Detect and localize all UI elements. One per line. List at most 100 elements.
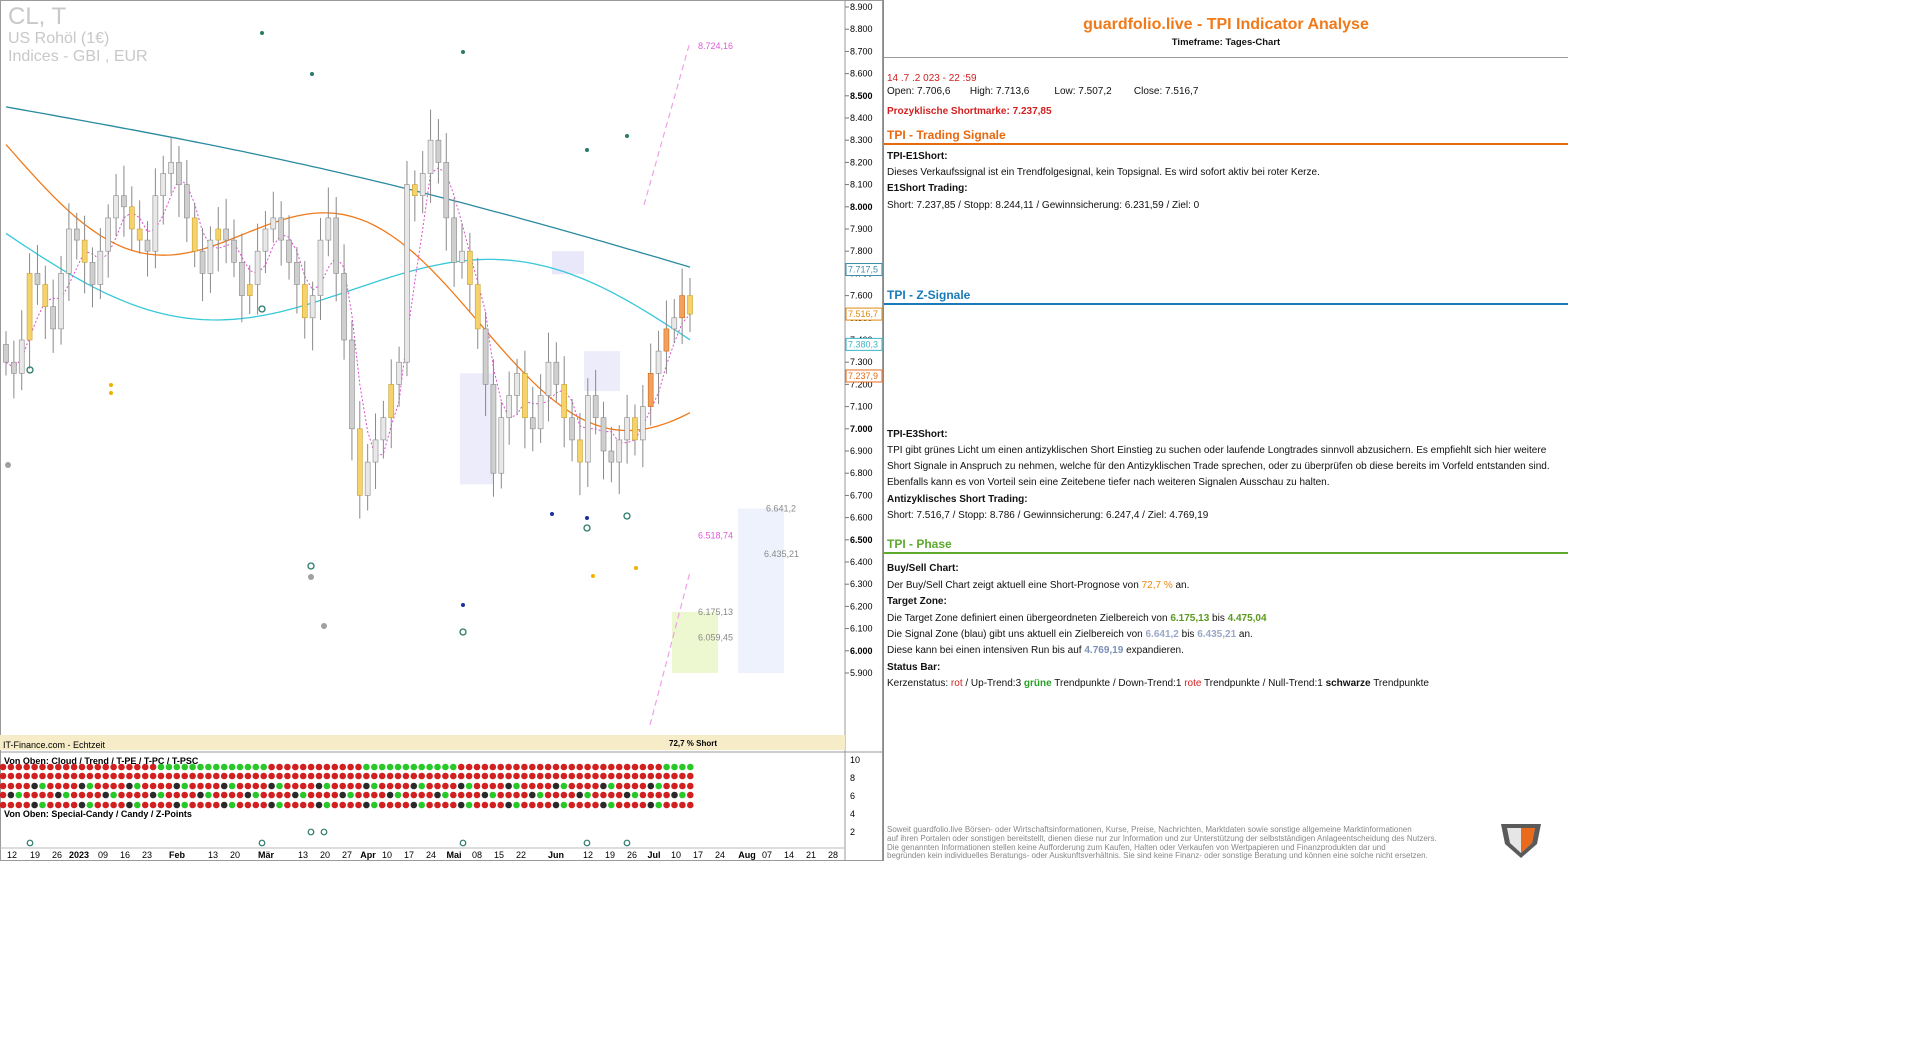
candle-body (380, 417, 387, 441)
candle-body (404, 184, 410, 363)
x-tick-label: 26 (627, 850, 637, 860)
status-dot (23, 782, 31, 790)
status-dot (173, 791, 181, 799)
status-dot (173, 772, 181, 780)
candle-body (199, 250, 206, 274)
candle-body (231, 239, 237, 263)
candle-body (294, 261, 300, 285)
candle-body (168, 162, 174, 174)
status-dot (347, 791, 354, 799)
status-dot (181, 782, 188, 790)
z-point (26, 839, 34, 847)
candle-body (364, 461, 371, 496)
status-dot (62, 782, 70, 790)
level-label: 6.518,74 (698, 531, 733, 541)
status-dot (181, 791, 188, 799)
status-dot (165, 791, 173, 799)
status-dot (244, 801, 252, 809)
price-tick-label: 8.400 (850, 113, 873, 123)
status-dot (426, 772, 433, 780)
status-dot (205, 772, 212, 780)
candle-body (592, 395, 599, 419)
price-tick-label: 8.000 (850, 202, 873, 212)
status-dot (94, 763, 102, 771)
status-dot (584, 782, 591, 790)
status-dot (410, 782, 418, 790)
status-dot (355, 782, 362, 790)
status-dot (260, 763, 268, 771)
status-dot (442, 791, 449, 799)
status-dot (70, 772, 78, 780)
status-dot (23, 772, 31, 780)
status-dot (465, 791, 473, 799)
x-tick-label: Mai (446, 850, 461, 860)
bs-post: an. (1172, 580, 1190, 591)
status-dot (631, 772, 639, 780)
status-dot (457, 763, 465, 771)
status-dot (70, 782, 78, 790)
status-dot (465, 772, 473, 780)
status-dot (39, 763, 46, 771)
signal-dot (625, 134, 629, 138)
candle-body (569, 417, 575, 441)
status-dot (608, 791, 615, 799)
status-dot (481, 782, 489, 790)
status-dot (331, 763, 339, 771)
status-dot (615, 782, 623, 790)
candle-body (34, 273, 41, 285)
status-dot (442, 801, 449, 809)
candle-body (89, 261, 96, 285)
status-dot (450, 782, 457, 790)
z-point (307, 828, 315, 836)
status-dot (615, 772, 623, 780)
status-dot (584, 801, 591, 809)
tz-title: Target Zone: (887, 596, 947, 607)
chart-pane[interactable]: 8.900 8.800 8.700 8.600 8.500 8.400 8.300 8.200… (0, 0, 883, 861)
candle-body (467, 250, 473, 285)
status-dot (62, 772, 70, 780)
status-dot (31, 782, 38, 790)
status-dot (260, 782, 268, 790)
status-dot (355, 791, 362, 799)
status-dot (671, 763, 678, 771)
status-dot (576, 801, 583, 809)
status-dot (442, 772, 449, 780)
candle-body (58, 273, 64, 330)
price-chart[interactable]: 8.900 8.800 8.700 8.600 8.500 8.400 8.300 8.200… (0, 0, 883, 861)
candle-body (522, 372, 528, 418)
status-dot (608, 763, 615, 771)
status-dot (213, 772, 220, 780)
e1-trading-title: E1Short Trading: (887, 183, 968, 194)
exchange-label: Indices - GBI , EUR (8, 47, 148, 65)
status-dot (489, 763, 497, 771)
status-dot (402, 791, 410, 799)
status-dot (434, 791, 441, 799)
candle-body (640, 406, 646, 441)
status-dot (679, 763, 686, 771)
level-label: 6.175,13 (698, 607, 733, 617)
status-dot (465, 801, 473, 809)
section-underline (884, 143, 1568, 145)
e1-trading: Short: 7.237,85 / Stopp: 8.244,11 / Gewi… (887, 200, 1200, 211)
status-dot (213, 782, 220, 790)
status-dot (394, 772, 402, 780)
status-dot (473, 772, 481, 780)
status-dot (339, 772, 347, 780)
sz-text: Die Signal Zone (blau) gibt uns aktuell … (887, 629, 1253, 640)
status-dot (687, 791, 694, 799)
status-dot (284, 801, 291, 809)
candle-body (18, 339, 25, 374)
status-dot (402, 782, 410, 790)
status-dot (165, 782, 173, 790)
timeframe-label: Timeframe: Tages-Chart (1171, 37, 1281, 48)
status-dot (220, 801, 228, 809)
status-rot: rot (950, 678, 963, 689)
status-dot (513, 801, 520, 809)
candle-body (608, 450, 615, 463)
status-dot (197, 763, 204, 771)
status-schwarze: schwarze (1325, 678, 1371, 689)
status-dot (363, 791, 370, 799)
status-dot (213, 801, 220, 809)
status-dot (55, 772, 62, 780)
bs-pre: Der Buy/Sell Chart zeigt aktuell eine Sh… (887, 580, 1142, 591)
